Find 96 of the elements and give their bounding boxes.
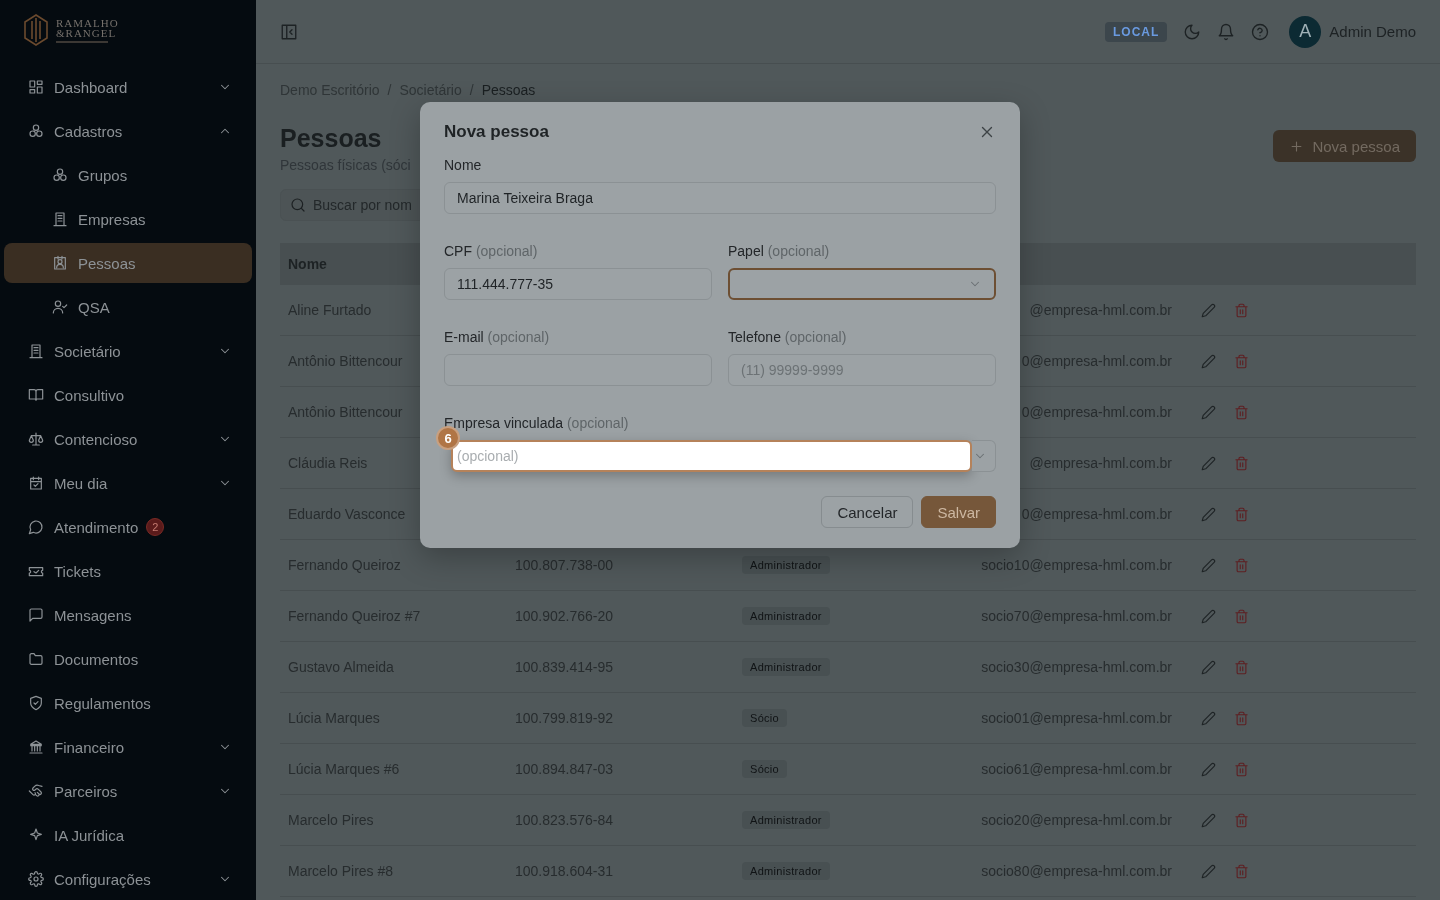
circles-icon <box>28 123 44 139</box>
chat-bubble-icon <box>28 519 44 535</box>
book-icon <box>28 387 44 403</box>
pencil-icon[interactable] <box>1201 302 1216 318</box>
moon-icon[interactable] <box>1183 22 1202 41</box>
pencil-icon[interactable] <box>1201 557 1216 573</box>
pencil-icon[interactable] <box>1201 761 1216 777</box>
dialog-title: Nova pessoa <box>444 122 549 142</box>
trash-icon[interactable] <box>1234 761 1249 777</box>
id-card-icon <box>52 255 68 271</box>
role-tag: Administrador <box>742 862 830 880</box>
sidebar-item[interactable]: Atendimento 2 <box>4 507 252 547</box>
building-icon <box>28 343 44 359</box>
role-tag: Administrador <box>742 811 830 829</box>
cancel-button[interactable]: Cancelar <box>821 496 914 528</box>
sidebar-item[interactable]: QSA <box>4 287 252 327</box>
field-label: Telefone (opcional) <box>728 328 848 346</box>
breadcrumb-separator: / <box>387 82 392 98</box>
folder-icon <box>28 651 44 667</box>
environment-badge: LOCAL <box>1104 21 1168 42</box>
avatar[interactable]: A <box>1289 15 1322 48</box>
field-label: Nome <box>444 156 483 174</box>
pencil-icon[interactable] <box>1201 404 1216 420</box>
plus-icon <box>1289 138 1305 154</box>
trash-icon[interactable] <box>1234 302 1249 318</box>
sidebar-item[interactable]: Meu dia <box>4 463 252 503</box>
select-field[interactable] <box>728 268 996 300</box>
pencil-icon[interactable] <box>1201 863 1216 879</box>
field-label: E-mail (opcional) <box>444 328 551 346</box>
save-button[interactable]: Salvar <box>921 496 996 528</box>
sidebar-item[interactable]: Cadastros <box>4 111 252 151</box>
field-label: CPF (opcional) <box>444 242 539 260</box>
trash-icon[interactable] <box>1234 506 1249 522</box>
pencil-icon[interactable] <box>1201 710 1216 726</box>
highlighted-field[interactable]: (opcional) <box>451 440 972 472</box>
scale-icon <box>28 431 44 447</box>
pencil-icon[interactable] <box>1201 353 1216 369</box>
sidebar-item[interactable]: Contencioso <box>4 419 252 459</box>
text-field[interactable]: 111.444.777-35 <box>444 268 712 300</box>
sidebar-item[interactable]: Parceiros <box>4 771 252 811</box>
sidebar-item[interactable]: Consultivo <box>4 375 252 415</box>
sidebar-item[interactable]: Grupos <box>4 155 252 195</box>
logo-text: &RANGEL <box>56 27 117 38</box>
sidebar-item[interactable]: Documentos <box>4 639 252 679</box>
text-field[interactable]: Marina Teixeira Braga <box>444 182 996 214</box>
sparkle-icon <box>28 827 44 843</box>
logo-icon <box>24 14 48 46</box>
field-label: Papel (opcional) <box>728 242 831 260</box>
sidebar-item[interactable]: Financeiro <box>4 727 252 767</box>
logo-text: RAMALHO <box>56 17 119 28</box>
trash-icon[interactable] <box>1234 353 1249 369</box>
shield-icon <box>28 695 44 711</box>
circles-icon <box>52 167 68 183</box>
sidebar-item[interactable]: Societário <box>4 331 252 371</box>
select-field[interactable] <box>972 440 996 472</box>
trash-icon[interactable] <box>1234 608 1249 624</box>
page-title: Pessoas <box>280 124 383 153</box>
breadcrumb-item: Pessoas <box>481 82 536 98</box>
role-tag: Administrador <box>742 607 830 625</box>
trash-icon[interactable] <box>1234 863 1249 879</box>
pencil-icon[interactable] <box>1201 608 1216 624</box>
handshake-icon <box>28 783 44 799</box>
role-tag: Administrador <box>742 658 830 676</box>
sidebar-toggle-icon[interactable] <box>280 22 298 41</box>
pencil-icon[interactable] <box>1201 455 1216 471</box>
sidebar-item[interactable]: Mensagens <box>4 595 252 635</box>
role-tag: Sócio <box>742 709 788 727</box>
breadcrumb-separator: / <box>469 82 474 98</box>
role-tag: Administrador <box>742 556 830 574</box>
user-check-icon <box>52 299 68 315</box>
bank-icon <box>28 739 44 755</box>
trash-icon[interactable] <box>1234 812 1249 828</box>
building-icon <box>52 211 68 227</box>
pencil-icon[interactable] <box>1201 506 1216 522</box>
trash-icon[interactable] <box>1234 710 1249 726</box>
sidebar-item[interactable]: Pessoas <box>4 243 252 283</box>
message-icon <box>28 607 44 623</box>
trash-icon[interactable] <box>1234 659 1249 675</box>
pencil-icon[interactable] <box>1201 812 1216 828</box>
sidebar-item[interactable]: Dashboard <box>4 67 252 107</box>
trash-icon[interactable] <box>1234 455 1249 471</box>
sidebar-item[interactable]: IA Jurídica <box>4 815 252 855</box>
pencil-icon[interactable] <box>1201 659 1216 675</box>
trash-icon[interactable] <box>1234 404 1249 420</box>
sidebar-item[interactable]: Regulamentos <box>4 683 252 723</box>
sidebar-item[interactable]: Empresas <box>4 199 252 239</box>
sidebar-item[interactable]: Configurações <box>4 859 252 899</box>
grid-icon <box>28 79 44 95</box>
calendar-icon <box>28 475 44 491</box>
sidebar-item[interactable]: Tickets <box>4 551 252 591</box>
count-badge: 2 <box>146 518 165 536</box>
settings-icon <box>28 871 44 887</box>
bell-icon[interactable] <box>1217 22 1236 41</box>
trash-icon[interactable] <box>1234 557 1249 573</box>
role-tag: Sócio <box>742 760 788 778</box>
help-icon[interactable] <box>1251 22 1270 41</box>
